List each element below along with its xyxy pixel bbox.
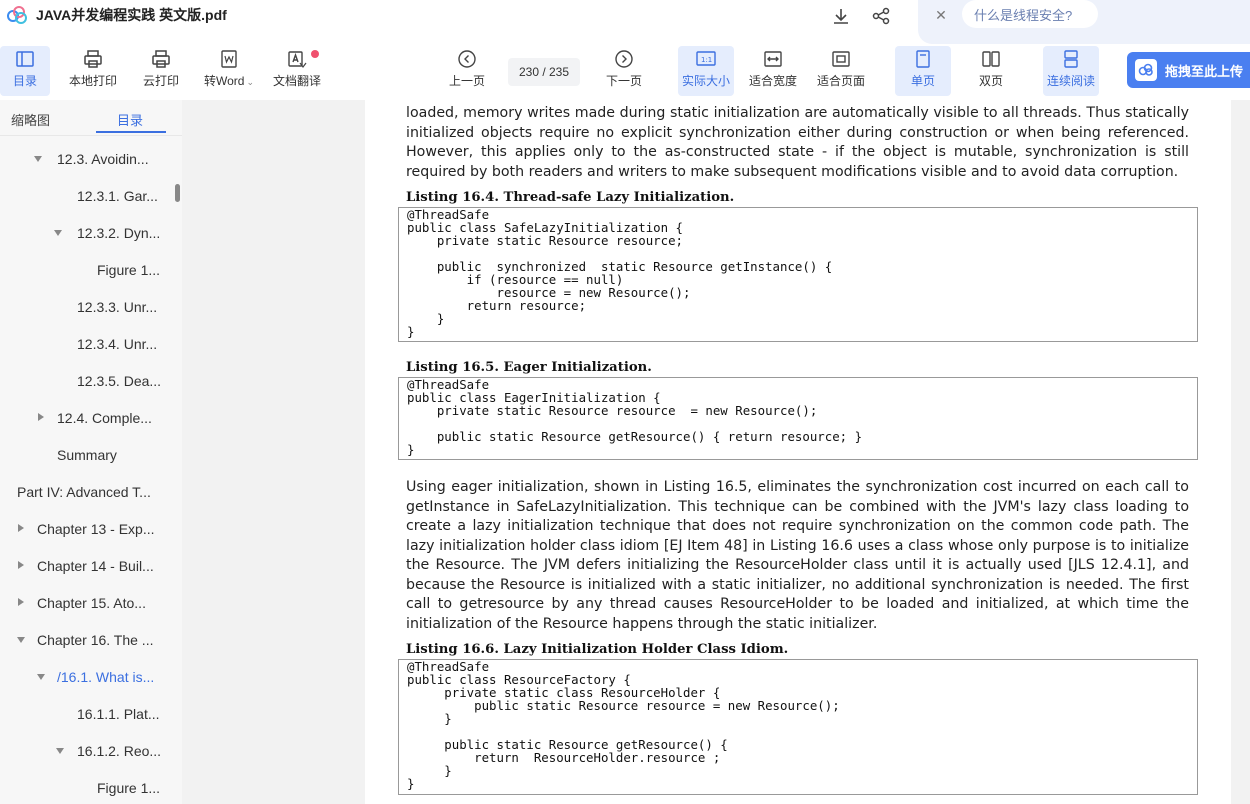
toc-item[interactable]: 16.1.2. Reo... xyxy=(77,732,161,769)
chevron-right-circle-icon xyxy=(614,46,634,72)
cloud-print-button[interactable]: 云打印 xyxy=(138,46,184,96)
fit-page-label: 适合页面 xyxy=(816,74,865,88)
continuous-reading-label: 连续阅读 xyxy=(1046,74,1095,88)
caret-right-icon[interactable] xyxy=(18,561,24,569)
active-tab-indicator xyxy=(96,131,166,133)
prev-page-button[interactable]: 上一页 xyxy=(446,46,488,96)
to-word-button[interactable]: 转Word ⌄ xyxy=(198,46,260,96)
toc-item[interactable]: 12.3.1. Gar... xyxy=(77,177,158,214)
next-page-button[interactable]: 下一页 xyxy=(603,46,645,96)
listing-16-5-title: Listing 16.5. Eager Initialization. xyxy=(406,360,652,375)
sidebar-scrollbar[interactable] xyxy=(175,184,180,202)
paragraph-static-init: loaded, memory writes made during static… xyxy=(406,105,1189,180)
fit-page-icon xyxy=(831,46,851,72)
page-indicator[interactable]: 230 / 235 xyxy=(508,58,580,86)
upload-button[interactable]: 拖拽至此上传 xyxy=(1127,52,1250,88)
toc-item[interactable]: Figure 1... xyxy=(97,251,160,288)
double-page-label: 双页 xyxy=(978,74,1003,88)
cloud-print-label: 云打印 xyxy=(142,74,179,88)
toc-item[interactable]: 12.3.2. Dyn... xyxy=(77,214,160,251)
cloud-icon xyxy=(1135,59,1157,81)
continuous-reading-icon xyxy=(1062,46,1080,72)
toc-item[interactable]: 12.3. Avoidin... xyxy=(57,140,149,177)
notification-dot xyxy=(311,50,319,58)
double-page-icon xyxy=(981,46,1001,72)
cloud-printer-icon xyxy=(151,46,171,72)
caret-down-icon[interactable] xyxy=(17,637,25,643)
close-icon[interactable]: ✕ xyxy=(930,4,952,26)
caret-down-icon[interactable] xyxy=(56,748,64,754)
listing-16-5-code: @ThreadSafe public class EagerInitializa… xyxy=(407,377,863,457)
toc-item[interactable]: 12.4. Comple... xyxy=(57,399,152,436)
prev-page-label: 上一页 xyxy=(448,74,485,88)
chevron-down-icon: ⌄ xyxy=(246,77,254,87)
svg-text:1:1: 1:1 xyxy=(701,56,712,64)
single-page-icon xyxy=(914,46,932,72)
local-print-button[interactable]: 本地打印 xyxy=(64,46,122,96)
single-page-label: 单页 xyxy=(910,74,935,88)
title-bar: JAVA并发编程实践 英文版.pdf ✕ 什么是线程安全? xyxy=(0,0,1250,44)
toc-item[interactable]: Chapter 13 - Exp... xyxy=(37,510,155,547)
translate-label: 文档翻译 xyxy=(272,74,321,88)
listing-16-4-code-box: @ThreadSafe public class SafeLazyInitial… xyxy=(398,207,1198,342)
fit-width-label: 适合宽度 xyxy=(748,74,797,88)
to-word-label: 转Word xyxy=(203,74,245,88)
paragraph-eager-init: Using eager initialization, shown in Lis… xyxy=(406,479,1189,632)
actual-size-label: 实际大小 xyxy=(681,74,730,88)
single-page-button[interactable]: 单页 xyxy=(895,46,951,96)
fit-width-button[interactable]: 适合宽度 xyxy=(746,46,800,96)
toc-item[interactable]: 12.3.3. Unr... xyxy=(77,288,157,325)
chevron-left-circle-icon xyxy=(457,46,477,72)
double-page-button[interactable]: 双页 xyxy=(964,46,1018,96)
toc-item[interactable]: /16.1. What is... xyxy=(57,658,154,695)
toc-item[interactable]: 12.3.4. Unr... xyxy=(77,325,157,362)
ai-question-suggestion[interactable]: 什么是线程安全? xyxy=(962,0,1098,28)
listing-16-4-code: @ThreadSafe public class SafeLazyInitial… xyxy=(407,207,833,339)
sidebar: 缩略图 目录 12.3. Avoidin... 12.3.1. Gar... 12.… xyxy=(0,100,182,804)
toc-item[interactable]: Summary xyxy=(57,436,117,473)
caret-down-icon[interactable] xyxy=(54,230,62,236)
tab-thumbnails[interactable]: 缩略图 xyxy=(11,110,50,129)
listing-16-4-title: Listing 16.4. Thread-safe Lazy Initializ… xyxy=(406,190,735,205)
toc-item[interactable]: Figure 1... xyxy=(97,769,160,804)
toolbar: 目录 本地打印 云打印 转Word ⌄ 文档翻译 上一页 230 / 235 下一… xyxy=(0,44,1250,100)
toc-item[interactable]: Chapter 14 - Buil... xyxy=(37,547,154,584)
caret-right-icon[interactable] xyxy=(18,524,24,532)
caret-down-icon[interactable] xyxy=(37,674,45,680)
listing-16-6-code: @ThreadSafe public class ResourceFactory… xyxy=(407,659,840,791)
caret-right-icon[interactable] xyxy=(38,413,44,421)
next-page-label: 下一页 xyxy=(605,74,642,88)
toc-button[interactable]: 目录 xyxy=(0,46,50,96)
tab-toc[interactable]: 目录 xyxy=(117,110,143,129)
printer-icon xyxy=(83,46,103,72)
listing-16-6-title: Listing 16.6. Lazy Initialization Holder… xyxy=(406,642,789,657)
listing-16-6-code-box: @ThreadSafe public class ResourceFactory… xyxy=(398,659,1198,795)
app-logo-icon xyxy=(7,6,27,24)
local-print-label: 本地打印 xyxy=(68,74,117,88)
share-icon[interactable] xyxy=(870,5,892,27)
upload-label: 拖拽至此上传 xyxy=(1165,63,1244,79)
toc-item[interactable]: Chapter 16. The ... xyxy=(37,621,153,658)
fit-width-icon xyxy=(763,46,783,72)
toc-label: 目录 xyxy=(12,74,37,88)
toc-icon xyxy=(15,46,35,72)
toc-item[interactable]: Part IV: Advanced T... xyxy=(17,473,151,510)
continuous-reading-button[interactable]: 连续阅读 xyxy=(1043,46,1099,96)
toc-item[interactable]: 12.3.5. Dea... xyxy=(77,362,161,399)
sidebar-tabs: 缩略图 目录 xyxy=(0,100,182,136)
word-icon xyxy=(219,46,239,72)
toc-item[interactable]: 16.1.1. Plat... xyxy=(77,695,160,732)
listing-16-5-code-box: @ThreadSafe public class EagerInitializa… xyxy=(398,377,1198,460)
fit-page-button[interactable]: 适合页面 xyxy=(814,46,868,96)
caret-down-icon[interactable] xyxy=(34,156,42,162)
caret-right-icon[interactable] xyxy=(18,598,24,606)
translate-icon xyxy=(287,46,307,72)
actual-size-icon: 1:1 xyxy=(695,46,717,72)
download-icon[interactable] xyxy=(830,5,852,27)
actual-size-button[interactable]: 1:1 实际大小 xyxy=(678,46,734,96)
toc-item[interactable]: Chapter 15. Ato... xyxy=(37,584,146,621)
document-title: JAVA并发编程实践 英文版.pdf xyxy=(36,7,227,23)
